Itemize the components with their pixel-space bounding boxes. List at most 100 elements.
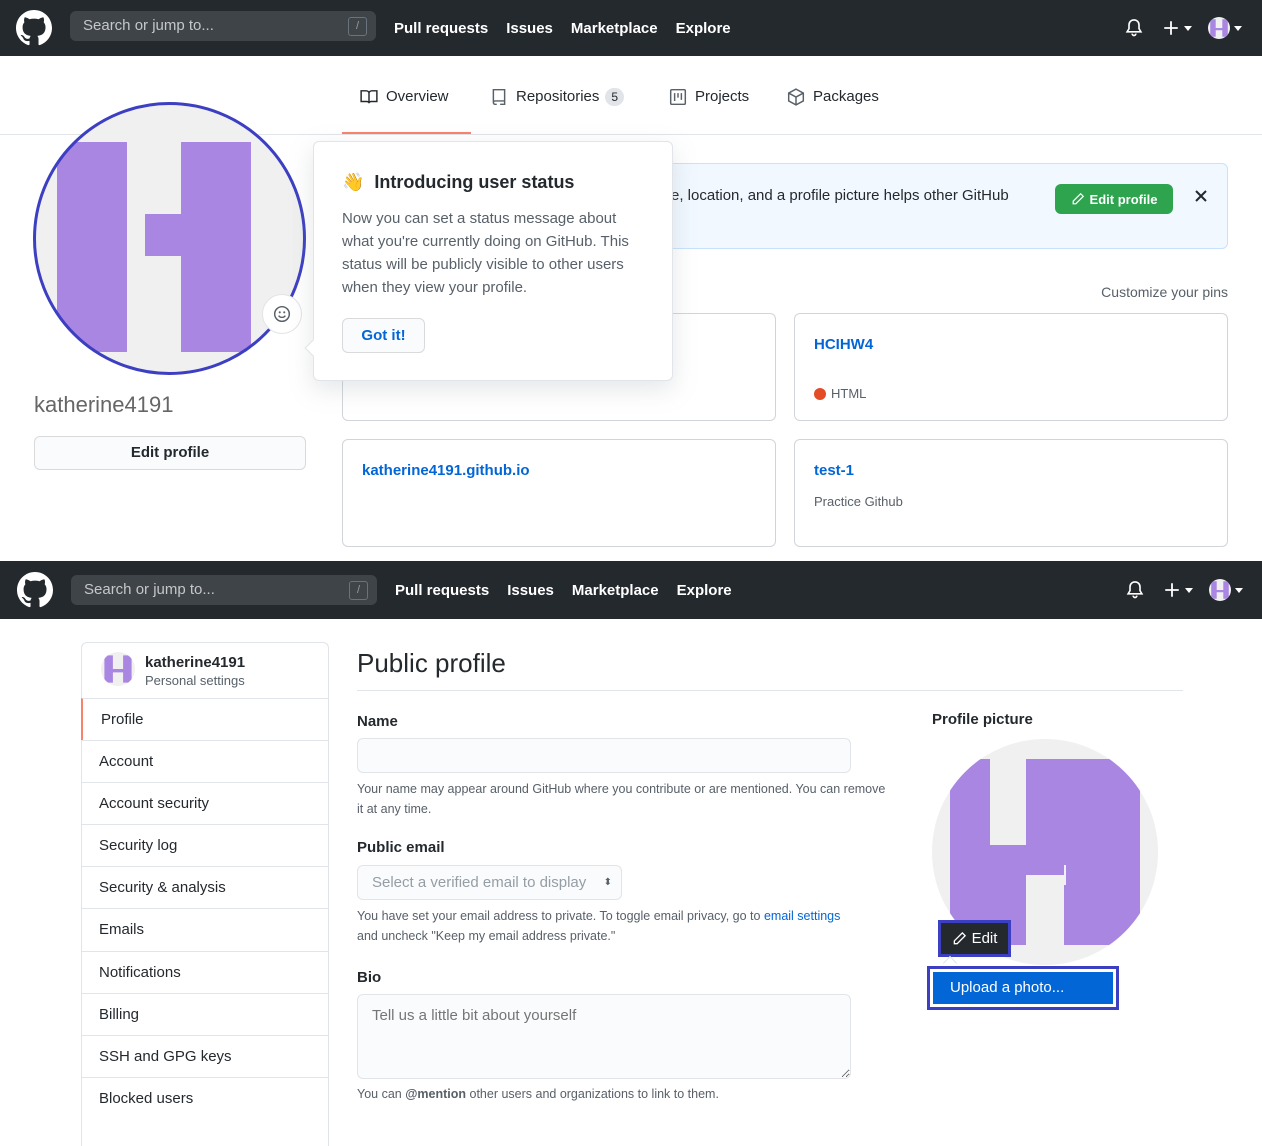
sidebar-item-ssh-gpg-keys[interactable]: SSH and GPG keys (81, 1035, 329, 1077)
popover-arrow (304, 339, 322, 357)
popover-body: Now you can set a status message about w… (342, 210, 629, 296)
name-note: Your name may appear around GitHub where… (357, 782, 886, 816)
avatar (1209, 579, 1231, 601)
bell-icon[interactable] (1125, 580, 1145, 600)
pinned-repo-link[interactable]: test-1 (814, 462, 854, 479)
smiley-icon (273, 305, 291, 323)
nav-pull-requests[interactable]: Pull requests (395, 582, 489, 599)
caret-down-icon (1184, 25, 1192, 31)
language-color-dot (814, 387, 826, 400)
book-icon (360, 90, 378, 104)
header-nav: Pull requests Issues Marketplace Explore (395, 561, 750, 619)
header-actions (1125, 561, 1243, 619)
pencil-icon (1072, 192, 1084, 205)
slash-key-hint: / (348, 17, 367, 36)
active-tab-underline (342, 132, 471, 134)
set-status-button[interactable] (262, 294, 302, 334)
settings-avatar (101, 652, 135, 686)
nav-issues[interactable]: Issues (507, 582, 554, 599)
profile-banner: e, location, and a profile picture helps… (650, 163, 1228, 249)
github-logo-icon[interactable] (17, 572, 53, 608)
pinned-repo-link[interactable]: katherine4191.github.io (362, 462, 530, 479)
search-placeholder: Search or jump to... (84, 581, 215, 598)
project-icon (669, 88, 687, 106)
pinned-repo-link[interactable]: HCIHW4 (814, 336, 873, 353)
email-settings-link[interactable]: email settings (764, 909, 840, 923)
top-header: Search or jump to... / Pull requests Iss… (0, 0, 1262, 56)
caret-down-icon (1185, 587, 1193, 593)
select-arrows-icon: ⬍ (603, 877, 612, 888)
search-placeholder: Search or jump to... (83, 17, 214, 34)
nav-issues[interactable]: Issues (506, 20, 553, 37)
tab-label: Packages (813, 88, 879, 105)
sidebar-item-emails[interactable]: Emails (81, 908, 329, 950)
bio-label: Bio (357, 969, 382, 986)
bio-textarea[interactable] (357, 994, 851, 1079)
avatar (1208, 17, 1230, 39)
waving-hand-icon: 👋 (342, 172, 365, 192)
name-field[interactable] (357, 738, 851, 773)
create-new-dropdown[interactable] (1163, 581, 1193, 599)
upload-photo-menu-item[interactable]: Upload a photo... (933, 972, 1113, 1004)
profile-username: katherine4191 (34, 392, 174, 417)
pinned-card: katherine4191.github.io (342, 439, 776, 547)
sidebar-item-account[interactable]: Account (81, 740, 329, 782)
slash-key-hint: / (349, 581, 368, 600)
edit-picture-button[interactable]: Edit (938, 920, 1011, 957)
popover-title: 👋 Introducing user status (342, 172, 574, 193)
email-note-text: You have set your email address to priva… (357, 909, 764, 923)
nav-explore[interactable]: Explore (676, 20, 731, 37)
user-menu[interactable] (1209, 579, 1243, 601)
popover-title-text: Introducing user status (374, 172, 575, 192)
banner-button-label: Edit profile (1089, 191, 1158, 207)
sidebar-item-security-log[interactable]: Security log (81, 824, 329, 866)
public-email-select[interactable]: Select a verified email to display ⬍ (357, 865, 622, 900)
pinned-card: HCIHW4 HTML (794, 313, 1228, 421)
nav-marketplace[interactable]: Marketplace (571, 20, 658, 37)
mention-text: @mention (405, 1087, 467, 1101)
pencil-icon (953, 931, 966, 945)
name-label: Name (357, 713, 398, 730)
picture-dropdown-menu: Upload a photo... (927, 966, 1119, 1010)
nav-explore[interactable]: Explore (677, 582, 732, 599)
tab-repositories[interactable]: Repositories 5 (490, 88, 625, 136)
create-new-dropdown[interactable] (1162, 19, 1192, 37)
nav-pull-requests[interactable]: Pull requests (394, 20, 488, 37)
edit-profile-button[interactable]: Edit profile (34, 436, 306, 470)
github-logo-icon[interactable] (16, 10, 52, 46)
sidebar-item-blocked-users[interactable]: Blocked users (81, 1077, 329, 1119)
email-note: You have set your email address to priva… (357, 906, 897, 946)
search-input[interactable]: Search or jump to... / (70, 11, 376, 41)
tab-label: Projects (695, 88, 750, 105)
banner-edit-profile-button[interactable]: Edit profile (1055, 184, 1173, 214)
plus-icon (1165, 583, 1179, 597)
user-menu[interactable] (1208, 17, 1242, 39)
got-it-button[interactable]: Got it! (342, 318, 425, 353)
sidebar-item-billing[interactable]: Billing (81, 993, 329, 1035)
customize-pins-link[interactable]: Customize your pins (1000, 284, 1228, 300)
edit-label: Edit (971, 930, 998, 947)
tab-packages[interactable]: Packages (787, 88, 879, 136)
avatar-highlight-ring (33, 102, 306, 375)
bio-note-text: other users and organizations to link to… (466, 1087, 719, 1101)
search-input[interactable]: Search or jump to... / (71, 575, 377, 605)
sidebar-item-security-analysis[interactable]: Security & analysis (81, 866, 329, 908)
sidebar-item-account-security[interactable]: Account security (81, 782, 329, 824)
email-note-text: and uncheck "Keep my email address priva… (357, 929, 616, 943)
package-icon (787, 88, 805, 106)
user-status-popover: 👋 Introducing user status Now you can se… (304, 141, 673, 381)
settings-subtitle: Personal settings (145, 673, 245, 688)
bio-note-text: You can (357, 1087, 406, 1101)
title-divider (357, 690, 1183, 691)
tab-overview[interactable]: Overview (360, 88, 449, 136)
profile-picture-label: Profile picture (932, 711, 1033, 728)
sidebar-item-profile[interactable]: Profile (81, 698, 329, 740)
caret-down-icon (1235, 587, 1243, 593)
page-title: Public profile (357, 648, 506, 678)
nav-marketplace[interactable]: Marketplace (572, 582, 659, 599)
bell-icon[interactable] (1124, 18, 1144, 38)
close-icon[interactable] (1194, 189, 1208, 203)
tab-projects[interactable]: Projects (669, 88, 749, 136)
bottom-header: Search or jump to... / Pull requests Iss… (0, 561, 1262, 619)
sidebar-item-notifications[interactable]: Notifications (81, 951, 329, 993)
